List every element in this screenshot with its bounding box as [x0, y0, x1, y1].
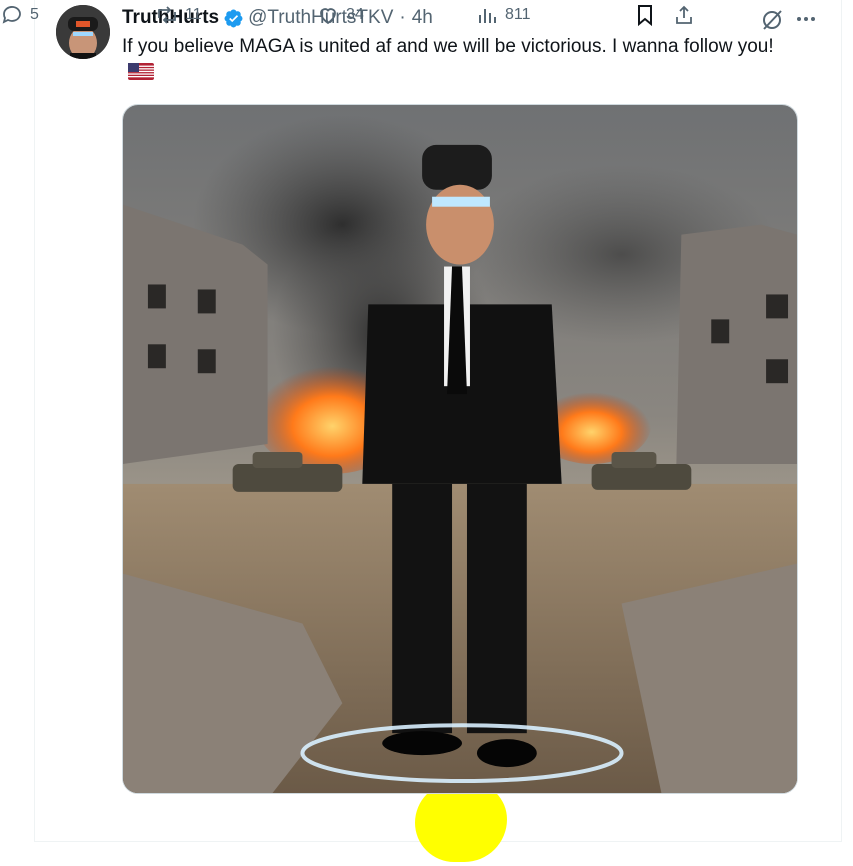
repost-count: 11 — [185, 6, 202, 23]
post-text-content: If you believe MAGA is united af and we … — [122, 36, 774, 57]
heart-icon — [320, 8, 336, 25]
like-highlight-annotation — [415, 782, 507, 862]
post-text: If you believe MAGA is united af and we … — [122, 34, 802, 86]
repost-icon — [158, 6, 176, 24]
share-icon — [676, 5, 692, 24]
separator-dot: · — [399, 7, 406, 28]
verified-badge-icon — [224, 9, 243, 27]
reply-button[interactable]: 5 — [0, 0, 39, 30]
grok-icon[interactable] — [760, 8, 784, 32]
more-options-icon[interactable] — [795, 8, 817, 30]
us-flag-icon — [128, 63, 154, 80]
share-button[interactable] — [672, 0, 696, 30]
post-image[interactable] — [122, 104, 798, 794]
views-count: 811 — [505, 6, 531, 23]
reply-count: 5 — [30, 6, 39, 23]
views-button[interactable]: 811 — [475, 0, 531, 30]
bookmark-icon — [638, 5, 652, 27]
repost-button[interactable]: 11 — [155, 0, 202, 30]
reply-icon — [2, 6, 21, 24]
like-count: 34 — [346, 6, 364, 23]
bookmark-button[interactable] — [633, 0, 657, 30]
views-icon — [479, 9, 496, 23]
avatar[interactable] — [56, 5, 110, 59]
like-button[interactable]: 34 — [316, 0, 364, 30]
post-time[interactable]: 4h — [412, 7, 433, 29]
